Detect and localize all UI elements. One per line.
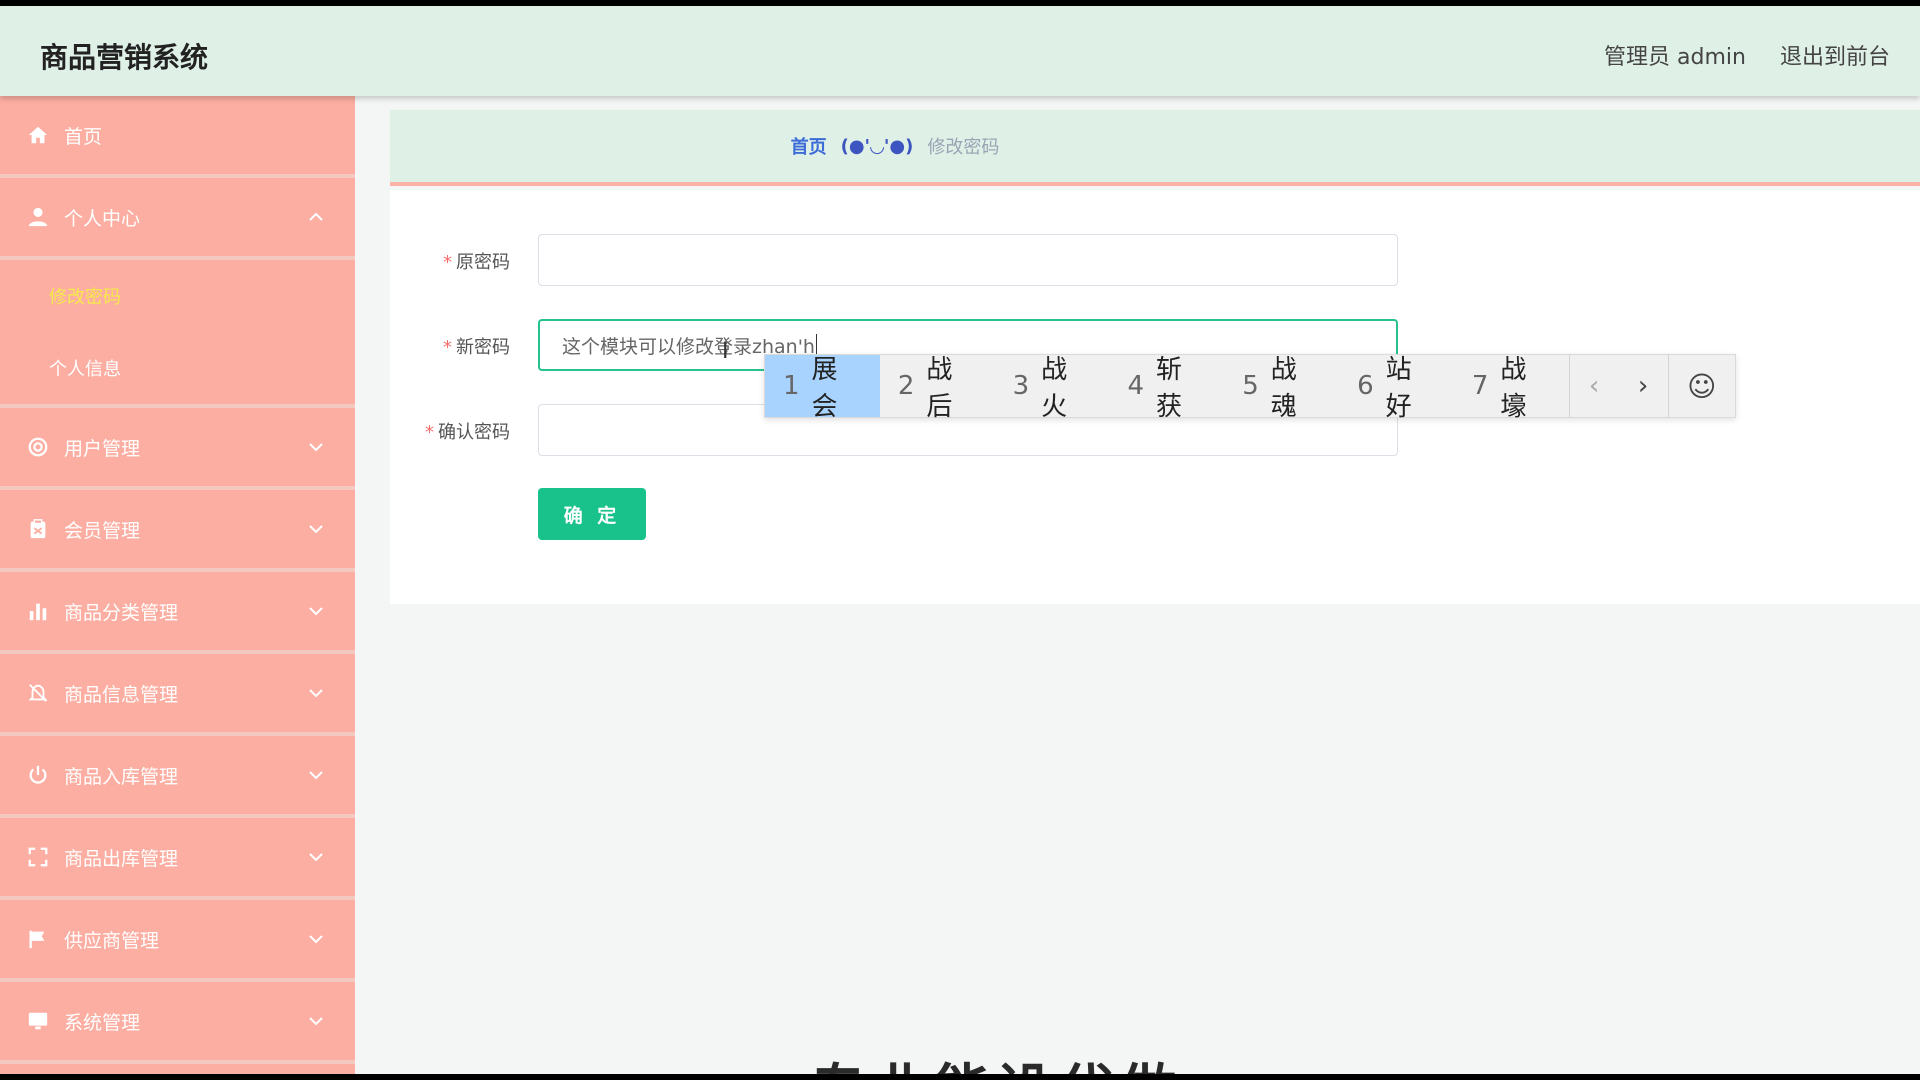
ime-next-page-button[interactable]: › — [1619, 355, 1668, 417]
chevron-down-icon — [309, 935, 323, 944]
sidebar-item-product-info-management[interactable]: 商品信息管理 — [0, 654, 355, 736]
sidebar-item-stock-out-management[interactable]: 商品出库管理 — [0, 818, 355, 900]
confirm-button[interactable]: 确 定 — [538, 488, 646, 540]
sidebar-item-label: 用户管理 — [64, 437, 141, 460]
chevron-left-icon: ‹ — [1588, 371, 1600, 401]
old-password-input[interactable] — [538, 234, 1398, 286]
breadcrumb-current: 修改密码 — [927, 137, 1000, 158]
sidebar-item-system-management[interactable]: 系统管理 — [0, 982, 355, 1064]
clipboard-icon — [26, 517, 50, 541]
top-header: 商品营销系统 管理员 admin 退出到前台 — [0, 6, 1920, 96]
sidebar-item-label: 商品信息管理 — [64, 683, 179, 706]
sidebar-item-member-management[interactable]: 会员管理 — [0, 490, 355, 572]
new-password-label: * 新密码 — [443, 337, 510, 358]
sidebar-item-user-management[interactable]: 用户管理 — [0, 408, 355, 490]
ime-candidate-bar: 1 展会 2 战后 3 战火 4 斩获 5 战魂 6 站好 7 战壕 ‹ › ☺ — [764, 354, 1736, 422]
breadcrumb: 首页 (●'◡'●) 修改密码 — [390, 110, 1920, 186]
sidebar-item-label: 系统管理 — [64, 1011, 141, 1034]
smiley-icon: ☺ — [1687, 369, 1717, 403]
sidebar-item-category-management[interactable]: 商品分类管理 — [0, 572, 355, 654]
bell-off-icon — [26, 681, 50, 705]
sidebar-item-label: 供应商管理 — [64, 929, 160, 952]
sidebar-item-label: 首页 — [64, 125, 103, 148]
ibeam-cursor-icon: I — [722, 339, 729, 364]
sidebar: 首页 个人中心 修改密码 个人信息 用户管理 会员管理 商品分类管理 商品信息管… — [0, 96, 355, 1074]
chevron-down-icon — [309, 689, 323, 698]
lifebuoy-icon — [26, 435, 50, 459]
chevron-down-icon — [309, 1017, 323, 1026]
breadcrumb-home-link[interactable]: 首页 — [791, 133, 827, 159]
monitor-icon — [26, 1009, 50, 1033]
chevron-down-icon — [309, 443, 323, 452]
home-icon — [26, 123, 50, 147]
ime-candidate-6[interactable]: 6 站好 — [1339, 355, 1454, 422]
sidebar-item-label: 会员管理 — [64, 519, 141, 542]
sidebar-subitem-change-password[interactable]: 修改密码 — [0, 260, 355, 332]
chevron-down-icon — [309, 771, 323, 780]
ime-candidate-4[interactable]: 4 斩获 — [1109, 355, 1224, 422]
old-password-label: * 原密码 — [443, 252, 510, 273]
chevron-down-icon — [309, 853, 323, 862]
flag-icon — [26, 927, 50, 951]
sidebar-item-supplier-management[interactable]: 供应商管理 — [0, 900, 355, 982]
personal-center-submenu: 修改密码 个人信息 — [0, 260, 355, 408]
video-caption: 专业能设代做 — [810, 1046, 1182, 1074]
bar-chart-icon — [26, 599, 50, 623]
sidebar-item-label: 商品入库管理 — [64, 765, 179, 788]
ime-prev-page-button[interactable]: ‹ — [1570, 355, 1619, 417]
ime-candidate-2[interactable]: 2 战后 — [880, 355, 995, 422]
sidebar-subitem-personal-info[interactable]: 个人信息 — [0, 332, 355, 404]
ime-candidate-1[interactable]: 1 展会 — [765, 355, 880, 422]
user-icon — [26, 205, 50, 229]
breadcrumb-separator: (●'◡'●) — [840, 135, 914, 157]
sidebar-item-label: 商品分类管理 — [64, 601, 179, 624]
sidebar-item-home[interactable]: 首页 — [0, 96, 355, 178]
app-window: 商品营销系统 管理员 admin 退出到前台 首页 个人中心 修改密码 个人信息 — [0, 6, 1920, 1074]
ime-candidate-5[interactable]: 5 战魂 — [1224, 355, 1339, 422]
chevron-up-icon — [309, 212, 323, 221]
chevron-right-icon: › — [1637, 371, 1649, 401]
confirm-password-label: * 确认密码 — [425, 422, 510, 443]
exit-to-frontend-link[interactable]: 退出到前台 — [1780, 39, 1890, 71]
sidebar-item-stock-in-management[interactable]: 商品入库管理 — [0, 736, 355, 818]
admin-label[interactable]: 管理员 admin — [1604, 39, 1746, 71]
sidebar-item-personal-center[interactable]: 个人中心 — [0, 178, 355, 260]
ime-emoji-button[interactable]: ☺ — [1669, 355, 1736, 417]
fullscreen-icon — [26, 845, 50, 869]
ime-candidate-3[interactable]: 3 战火 — [995, 355, 1110, 422]
app-title: 商品营销系统 — [40, 41, 209, 74]
sidebar-item-label: 个人中心 — [64, 207, 141, 230]
sidebar-item-label: 商品出库管理 — [64, 847, 179, 870]
header-actions: 管理员 admin 退出到前台 — [1604, 39, 1890, 71]
power-icon — [26, 763, 50, 787]
chevron-down-icon — [309, 525, 323, 534]
ime-candidate-7[interactable]: 7 战壕 — [1454, 355, 1569, 422]
old-password-row: * 原密码 — [390, 234, 1398, 286]
chevron-down-icon — [309, 607, 323, 616]
